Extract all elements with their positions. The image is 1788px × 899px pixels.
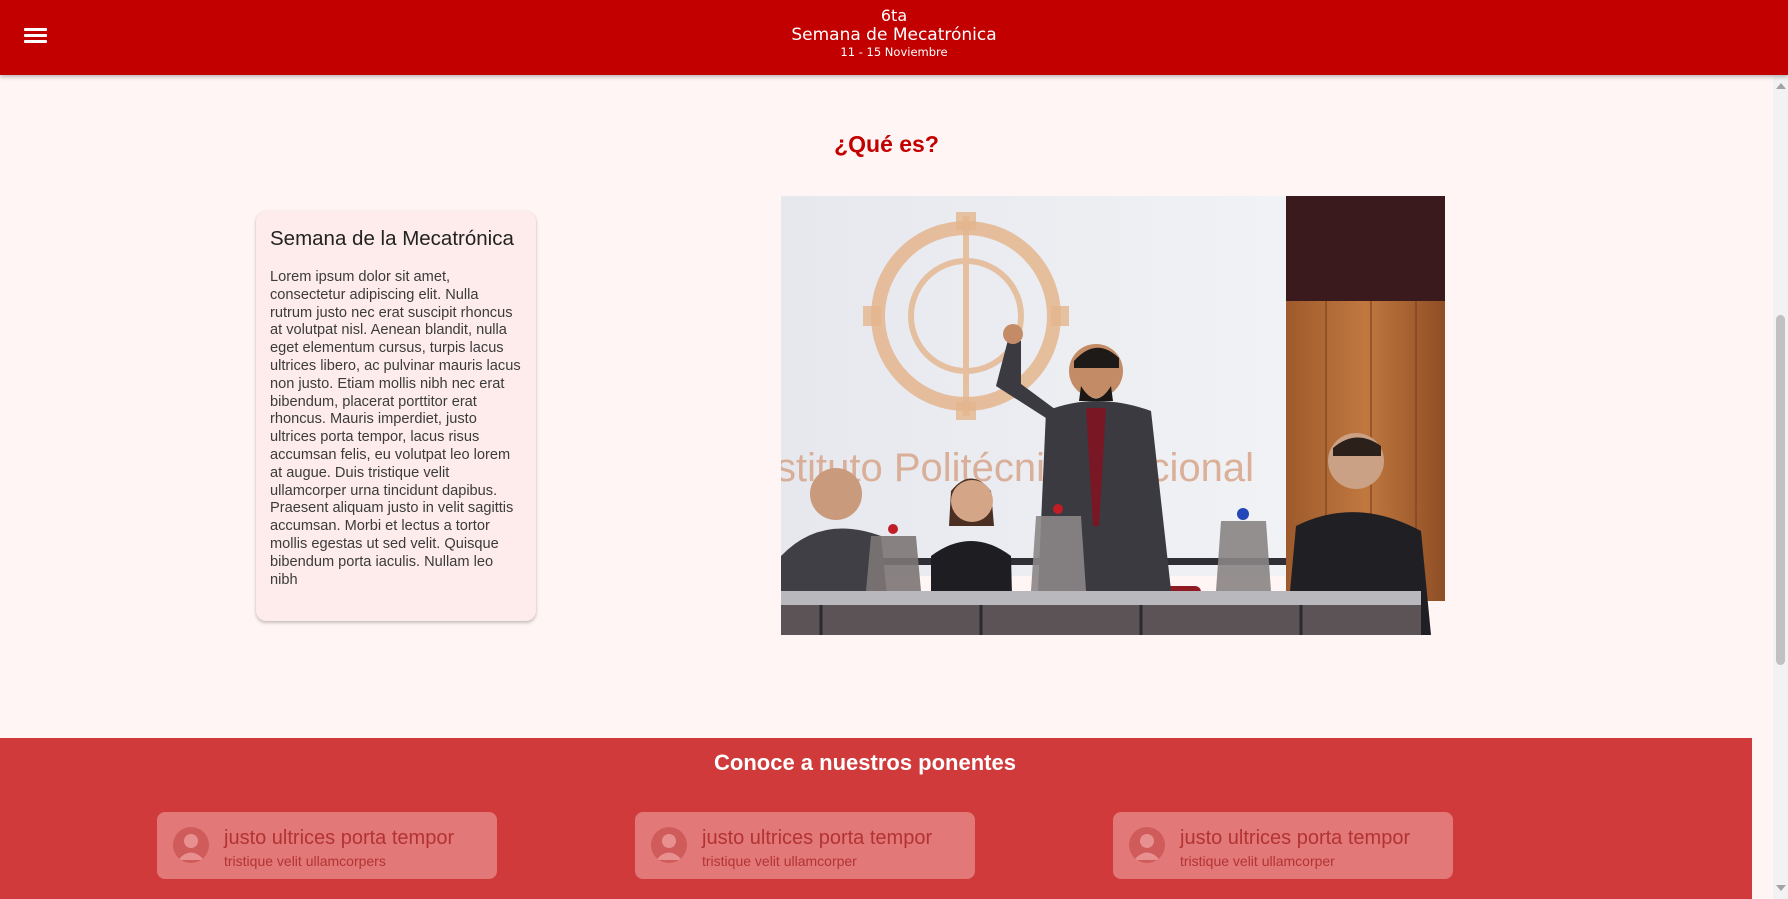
avatar-icon — [651, 827, 687, 863]
speakers-section: Conoce a nuestros ponentes justo ultrice… — [0, 738, 1752, 899]
event-name: Semana de Mecatrónica — [791, 25, 997, 45]
vertical-scrollbar[interactable] — [1773, 75, 1788, 899]
speaker-subtitle: tristique velit ullamcorper — [1180, 853, 1335, 869]
speaker-name: justo ultrices porta tempor — [1180, 827, 1411, 849]
avatar-icon — [173, 827, 209, 863]
about-card-title: Semana de la Mecatrónica — [270, 227, 514, 250]
scroll-down-icon[interactable] — [1776, 885, 1786, 891]
avatar-icon — [1129, 827, 1165, 863]
event-title-block: 6ta Semana de Mecatrónica 11 - 15 Noviem… — [0, 8, 1788, 59]
speaker-card[interactable]: justo ultrices porta tempor tristique ve… — [157, 812, 497, 879]
scroll-thumb[interactable] — [1776, 315, 1785, 665]
event-edition: 6ta — [880, 6, 908, 25]
about-heading: ¿Qué es? — [834, 131, 939, 157]
speaker-card[interactable]: justo ultrices porta tempor tristique ve… — [635, 812, 975, 879]
speaker-card[interactable]: justo ultrices porta tempor tristique ve… — [1113, 812, 1453, 879]
about-card-body: Lorem ipsum dolor sit amet, consectetur … — [270, 269, 521, 588]
event-dates: 11 - 15 Noviembre — [840, 45, 948, 59]
speaker-subtitle: tristique velit ullamcorpers — [224, 853, 386, 869]
scroll-up-icon[interactable] — [1776, 83, 1786, 89]
speaker-subtitle: tristique velit ullamcorper — [702, 853, 857, 869]
top-app-bar: 6ta Semana de Mecatrónica 11 - 15 Noviem… — [0, 0, 1788, 75]
speakers-heading: Conoce a nuestros ponentes — [714, 750, 1016, 775]
speaker-name: justo ultrices porta tempor — [702, 827, 933, 849]
speaker-name: justo ultrices porta tempor — [224, 827, 455, 849]
about-card: Semana de la Mecatrónica Lorem ipsum dol… — [256, 211, 536, 621]
event-photo: stituto Politécnico Nacional — [781, 196, 1445, 635]
